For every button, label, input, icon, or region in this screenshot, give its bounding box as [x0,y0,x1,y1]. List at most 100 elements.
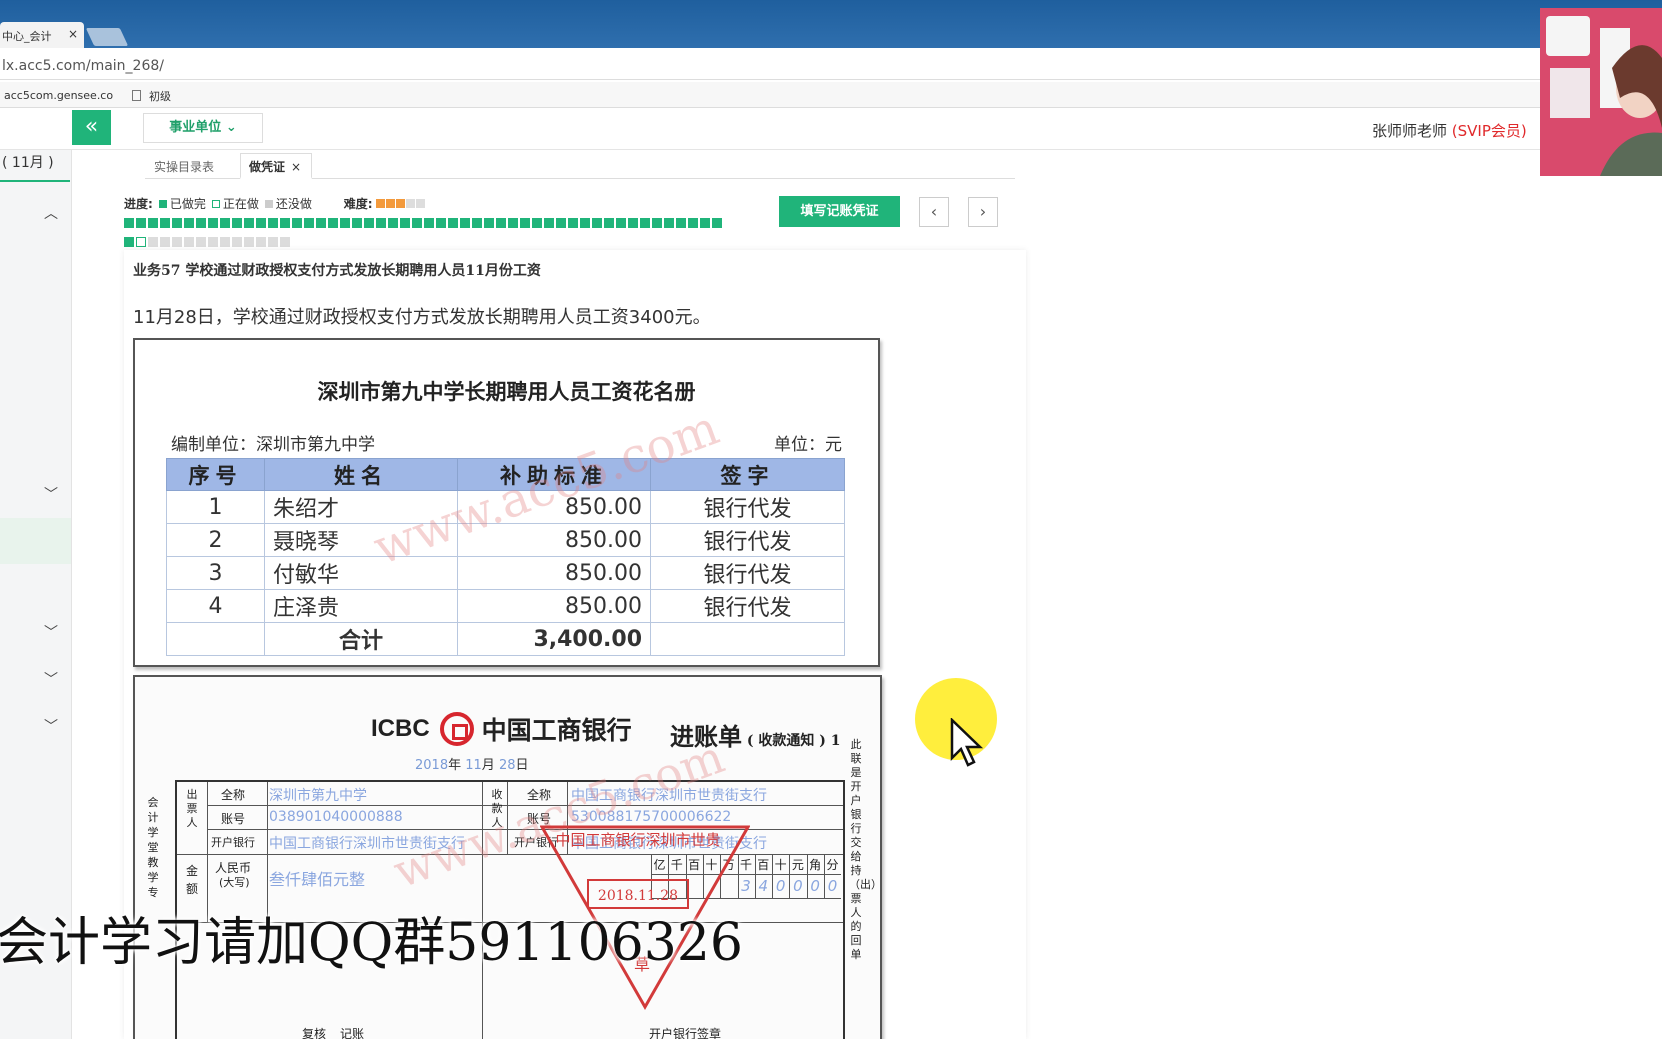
progress-square[interactable] [148,218,158,228]
progress-square[interactable] [172,237,182,247]
chevron-down-icon[interactable]: ﹀ [44,622,58,642]
difficulty-stars [376,197,426,211]
progress-square[interactable] [448,218,458,228]
progress-square[interactable] [400,218,410,228]
user-level-badge: (SVIP会员) [1451,122,1527,140]
progress-square[interactable] [580,218,590,228]
chevron-down-icon[interactable]: ﹀ [44,669,58,689]
progress-square[interactable] [544,218,554,228]
progress-square[interactable] [172,218,182,228]
progress-square[interactable] [244,237,254,247]
unit-type-dropdown[interactable]: 事业单位 ⌄ [143,113,263,143]
progress-square[interactable] [364,218,374,228]
progress-square[interactable] [484,218,494,228]
chevron-down-icon[interactable]: ﹀ [44,484,58,504]
prev-button[interactable]: ‹ [919,197,949,227]
progress-square[interactable] [136,218,146,228]
progress-square[interactable] [244,218,254,228]
grid-line [824,854,825,898]
progress-square[interactable] [208,218,218,228]
sidebar-active-item[interactable] [0,518,71,564]
progress-square[interactable] [124,218,134,228]
progress-square[interactable] [124,237,134,247]
tab-make-voucher[interactable]: 做凭证 × [240,153,312,179]
next-button[interactable]: › [968,197,998,227]
month-tab[interactable]: ( 11月 ) [0,148,70,182]
progress-square[interactable] [136,237,146,247]
progress-square[interactable] [628,218,638,228]
grid-line [789,854,791,898]
progress-square[interactable] [532,218,542,228]
progress-square[interactable] [460,218,470,228]
progress-square[interactable] [604,218,614,228]
progress-square[interactable] [508,218,518,228]
progress-square[interactable] [184,218,194,228]
user-info[interactable]: 张师师老师 (SVIP会员) [1372,120,1527,141]
progress-square[interactable] [652,218,662,228]
progress-square[interactable] [388,218,398,228]
chevron-down-icon[interactable]: ﹀ [44,716,58,736]
table-cell: 850.00 [457,523,651,557]
progress-square[interactable] [328,218,338,228]
progress-square[interactable] [232,237,242,247]
progress-square[interactable] [268,237,278,247]
progress-square[interactable] [256,218,266,228]
progress-square[interactable] [676,218,686,228]
progress-square[interactable] [160,218,170,228]
mouse-pointer-icon [950,718,984,767]
table-cell: 3 [166,556,265,590]
progress-square[interactable] [208,237,218,247]
table-cell: 付敏华 [264,556,458,590]
col-header: 补助标准 [457,458,651,491]
digit-header: 元 [791,858,804,872]
progress-square[interactable] [640,218,650,228]
progress-square[interactable] [160,237,170,247]
done-square-icon [158,200,167,208]
progress-square[interactable] [196,237,206,247]
progress-square[interactable] [436,218,446,228]
progress-square[interactable] [220,218,230,228]
progress-square[interactable] [148,237,158,247]
browser-tab[interactable]: 中心_会计 × [0,22,84,48]
tab-practice-catalog[interactable]: 实操目录表 [154,158,214,175]
progress-square[interactable] [664,218,674,228]
progress-square[interactable] [472,218,482,228]
user-name: 张师师老师 [1372,122,1448,140]
progress-square[interactable] [304,218,314,228]
progress-square[interactable] [340,218,350,228]
star-icon [396,199,406,208]
progress-square[interactable] [196,218,206,228]
collapse-sidebar-button[interactable]: « [72,110,111,145]
progress-square[interactable] [376,218,386,228]
grid-line [754,854,756,898]
progress-square[interactable] [256,237,266,247]
progress-square[interactable] [280,218,290,228]
progress-square[interactable] [220,237,230,247]
progress-square[interactable] [688,218,698,228]
progress-square[interactable] [616,218,626,228]
close-icon[interactable]: × [68,27,78,41]
progress-square[interactable] [184,237,194,247]
progress-square[interactable] [712,218,722,228]
progress-square[interactable] [520,218,530,228]
progress-square[interactable] [568,218,578,228]
progress-square[interactable] [556,218,566,228]
progress-square[interactable] [232,218,242,228]
progress-square[interactable] [496,218,506,228]
progress-square[interactable] [592,218,602,228]
chevron-up-icon[interactable]: ︿ [44,203,58,223]
bookmark-chuji[interactable]: 初级 [132,88,171,104]
progress-square[interactable] [700,218,710,228]
bookmark-gensee[interactable]: acc5com.gensee.co [4,89,113,102]
address-bar[interactable]: lx.acc5.com/main_268/ [0,50,1540,80]
close-icon[interactable]: × [291,160,301,174]
progress-square[interactable] [268,218,278,228]
progress-square[interactable] [424,218,434,228]
progress-square[interactable] [412,218,422,228]
progress-square[interactable] [352,218,362,228]
progress-square[interactable] [280,237,290,247]
stamp-bank-text: 中国工商银行深圳市世贵 [555,831,720,849]
fill-voucher-button[interactable]: 填写记账凭证 [779,196,900,227]
progress-square[interactable] [292,218,302,228]
progress-square[interactable] [316,218,326,228]
